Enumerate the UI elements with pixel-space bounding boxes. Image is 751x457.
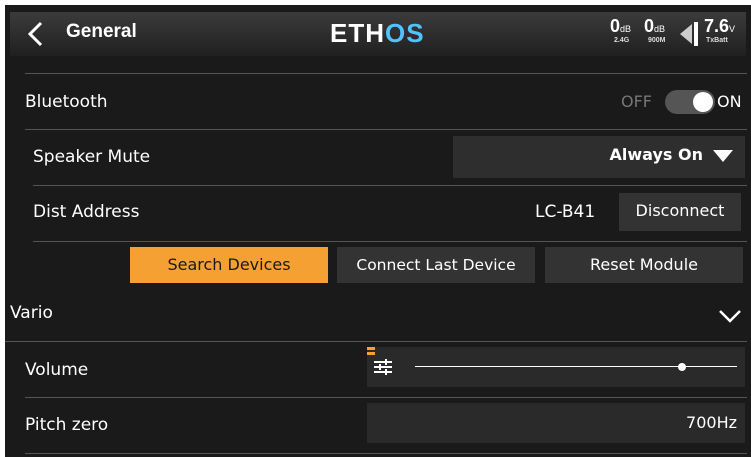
pitch-zero-value: 700Hz bbox=[686, 413, 737, 432]
divider bbox=[33, 185, 747, 186]
toggle-on-label: ON bbox=[717, 92, 742, 111]
slider-knob[interactable] bbox=[678, 363, 687, 371]
rssi-900-indicator: 0dB 900M bbox=[644, 16, 666, 44]
volume-label: Volume bbox=[25, 360, 89, 380]
signal-bars-icon bbox=[680, 22, 698, 46]
volume-row: Volume bbox=[5, 343, 751, 397]
pitch-zero-field[interactable]: 700Hz bbox=[367, 403, 745, 443]
divider bbox=[25, 453, 747, 454]
speaker-mute-label: Speaker Mute bbox=[33, 147, 151, 167]
reset-module-button[interactable]: Reset Module bbox=[545, 247, 743, 283]
back-arrow-icon[interactable] bbox=[24, 20, 48, 48]
vario-label: Vario bbox=[10, 303, 53, 323]
chevron-down-icon bbox=[713, 150, 733, 162]
battery-indicator: 7.6V TxBatt bbox=[704, 16, 736, 44]
disconnect-button[interactable]: Disconnect bbox=[619, 193, 741, 231]
divider bbox=[5, 341, 747, 342]
divider bbox=[25, 129, 747, 130]
dist-address-label: Dist Address bbox=[33, 202, 140, 222]
speaker-mute-value: Always On bbox=[609, 145, 703, 164]
speaker-mute-dropdown[interactable]: Always On bbox=[453, 136, 745, 178]
divider bbox=[33, 241, 747, 242]
bluetooth-label: Bluetooth bbox=[25, 92, 108, 112]
ethos-logo: ETHOS bbox=[330, 18, 425, 49]
pitch-zero-row: Pitch zero 700Hz bbox=[5, 399, 751, 453]
screen: General ETHOS 0dB 2.4G 0dB 900M 7.6V TxB… bbox=[5, 5, 751, 457]
slider-track bbox=[415, 366, 737, 367]
search-devices-button[interactable]: Search Devices bbox=[130, 247, 328, 283]
focus-marker bbox=[367, 347, 375, 350]
dist-address-row: Dist Address LC-B41 Disconnect bbox=[5, 187, 751, 241]
logo-main: ETH bbox=[330, 18, 385, 48]
dist-address-value: LC-B41 bbox=[535, 202, 596, 222]
speaker-mute-row: Speaker Mute Always On bbox=[5, 131, 751, 185]
vario-row[interactable]: Vario bbox=[5, 287, 751, 341]
rssi-24-indicator: 0dB 2.4G bbox=[610, 16, 632, 44]
bluetooth-row: Bluetooth OFF ON bbox=[5, 75, 751, 129]
toggle-knob[interactable] bbox=[693, 92, 713, 112]
divider bbox=[25, 73, 747, 74]
chevron-down-icon[interactable] bbox=[718, 309, 742, 323]
logo-accent: OS bbox=[385, 18, 425, 48]
toggle-off-label: OFF bbox=[621, 92, 652, 111]
page-title: General bbox=[66, 21, 137, 42]
header-bar: General ETHOS 0dB 2.4G 0dB 900M 7.6V TxB… bbox=[10, 12, 746, 56]
divider bbox=[25, 397, 747, 398]
status-area: 0dB 2.4G 0dB 900M 7.6V TxBatt bbox=[610, 16, 738, 56]
focus-marker bbox=[367, 352, 375, 355]
pitch-zero-label: Pitch zero bbox=[25, 415, 109, 435]
connect-last-device-button[interactable]: Connect Last Device bbox=[337, 247, 535, 283]
sliders-icon bbox=[374, 359, 392, 375]
volume-slider[interactable] bbox=[367, 347, 745, 387]
